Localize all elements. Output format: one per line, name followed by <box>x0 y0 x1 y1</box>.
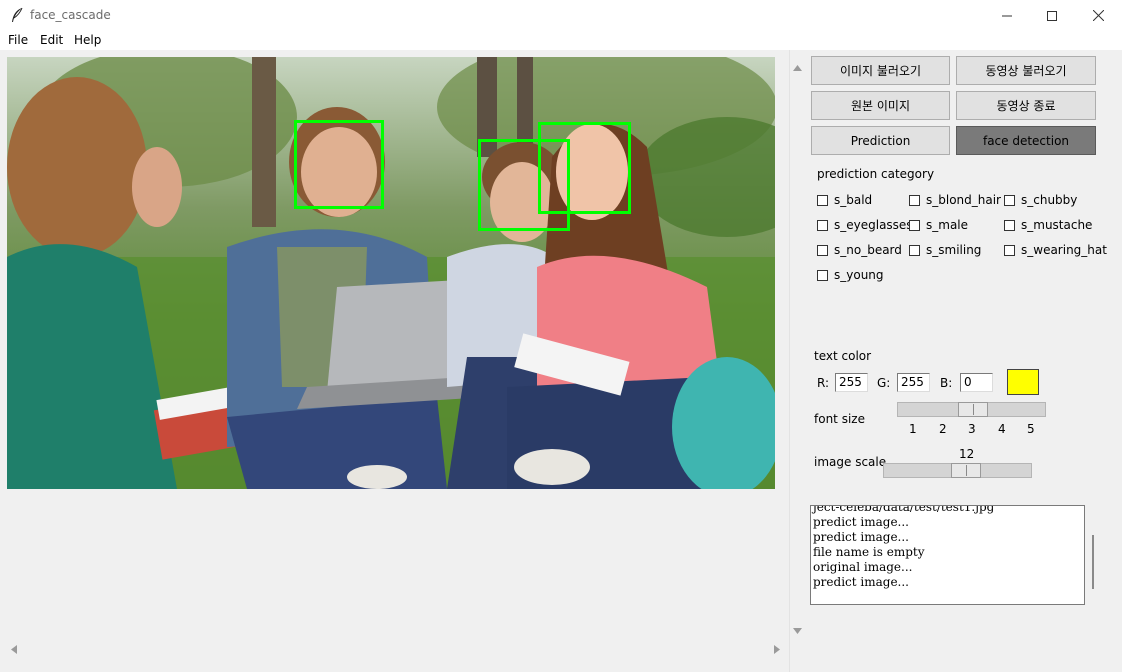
horizontal-scrollbar[interactable] <box>0 638 790 658</box>
text-color-label: text color <box>814 349 872 363</box>
checkbox-box[interactable] <box>817 269 828 281</box>
r-input[interactable]: 255 <box>835 373 868 392</box>
font-size-tick: 5 <box>1027 422 1035 436</box>
prediction-category-label: prediction category <box>817 167 935 181</box>
checkbox-label: s_bald <box>834 193 873 207</box>
log-line: file name is empty <box>813 545 925 559</box>
log-output[interactable]: ject-celeba/data/test/test1.jpg predict … <box>810 505 1085 605</box>
checkbox-s-blond-hair[interactable]: s_blond_hair <box>909 193 1001 207</box>
image-scale-value: 12 <box>959 447 975 461</box>
displayed-photo <box>7 57 775 489</box>
minimize-button[interactable] <box>984 0 1030 31</box>
checkbox-label: s_male <box>926 218 969 232</box>
stop-video-button[interactable]: 동영상 종료 <box>956 91 1096 120</box>
original-image-button[interactable]: 원본 이미지 <box>811 91 950 120</box>
checkbox-s-mustache[interactable]: s_mustache <box>1004 218 1092 232</box>
panel-divider <box>789 50 790 672</box>
checkbox-label: s_mustache <box>1021 218 1093 232</box>
font-size-tick: 1 <box>909 422 917 436</box>
checkbox-s-young[interactable]: s_young <box>817 268 884 282</box>
face-detection-box <box>538 122 631 214</box>
checkbox-s-chubby[interactable]: s_chubby <box>1004 193 1077 207</box>
checkbox-label: s_no_beard <box>834 243 902 257</box>
window-title: face_cascade <box>30 8 111 22</box>
checkbox-label: s_blond_hair <box>926 193 1001 207</box>
checkbox-box[interactable] <box>1004 219 1015 231</box>
log-line: ject-celeba/data/test/test1.jpg <box>813 505 995 514</box>
font-size-tick: 2 <box>939 422 947 436</box>
image-scale-label: image scale <box>814 455 887 469</box>
checkbox-s-male[interactable]: s_male <box>909 218 968 232</box>
checkbox-box[interactable] <box>817 219 828 231</box>
scroll-left-icon[interactable] <box>10 643 18 657</box>
log-line: predict image... <box>813 530 909 544</box>
checkbox-label: s_chubby <box>1021 193 1078 207</box>
close-button[interactable] <box>1075 0 1121 31</box>
font-size-slider-thumb[interactable] <box>957 402 988 417</box>
image-scale-slider-thumb[interactable] <box>951 463 981 478</box>
log-line: original image... <box>813 560 913 574</box>
menu-edit[interactable]: Edit <box>40 33 63 47</box>
load-image-button[interactable]: 이미지 불러오기 <box>811 56 950 85</box>
minimize-icon <box>1002 11 1012 21</box>
checkbox-s-no-beard[interactable]: s_no_beard <box>817 243 902 257</box>
font-size-label: font size <box>814 412 865 426</box>
scroll-down-icon[interactable] <box>793 624 802 638</box>
face-detection-button[interactable]: face detection <box>956 126 1096 155</box>
checkbox-box[interactable] <box>909 219 920 231</box>
g-label: G: <box>877 376 891 390</box>
menu-help[interactable]: Help <box>74 33 101 47</box>
checkbox-box[interactable] <box>1004 194 1015 206</box>
prediction-button[interactable]: Prediction <box>811 126 950 155</box>
checkbox-s-bald[interactable]: s_bald <box>817 193 872 207</box>
log-scrollbar[interactable] <box>1092 535 1094 589</box>
r-label: R: <box>817 376 830 390</box>
checkbox-box[interactable] <box>817 244 828 256</box>
load-video-button[interactable]: 동영상 불러오기 <box>956 56 1096 85</box>
color-swatch <box>1007 369 1039 395</box>
title-bar: face_cascade <box>0 0 1122 31</box>
log-line: predict image... <box>813 575 909 589</box>
b-input[interactable]: 0 <box>960 373 993 392</box>
checkbox-label: s_eyeglasses <box>834 218 913 232</box>
checkbox-box[interactable] <box>817 194 828 206</box>
face-detection-box <box>294 120 384 209</box>
checkbox-label: s_wearing_hat <box>1021 243 1107 257</box>
scroll-right-icon[interactable] <box>773 643 781 657</box>
g-input[interactable]: 255 <box>897 373 930 392</box>
close-icon <box>1092 10 1104 21</box>
checkbox-s-wearing-hat[interactable]: s_wearing_hat <box>1004 243 1107 257</box>
font-size-tick: 3 <box>968 422 976 436</box>
checkbox-box[interactable] <box>909 194 920 206</box>
maximize-icon <box>1047 10 1057 21</box>
font-size-tick: 4 <box>998 422 1006 436</box>
menu-file[interactable]: File <box>8 33 28 47</box>
checkbox-box[interactable] <box>1004 244 1015 256</box>
checkbox-s-eyeglasses[interactable]: s_eyeglasses <box>817 218 913 232</box>
checkbox-label: s_smiling <box>926 243 982 257</box>
b-label: B: <box>940 376 953 390</box>
feather-icon <box>10 7 24 23</box>
checkbox-box[interactable] <box>909 244 920 256</box>
checkbox-label: s_young <box>834 268 884 282</box>
checkbox-s-smiling[interactable]: s_smiling <box>909 243 981 257</box>
maximize-button[interactable] <box>1029 0 1075 31</box>
menu-bar: File Edit Help <box>0 31 1122 50</box>
log-line: predict image... <box>813 515 909 529</box>
scroll-up-icon[interactable] <box>793 61 802 75</box>
